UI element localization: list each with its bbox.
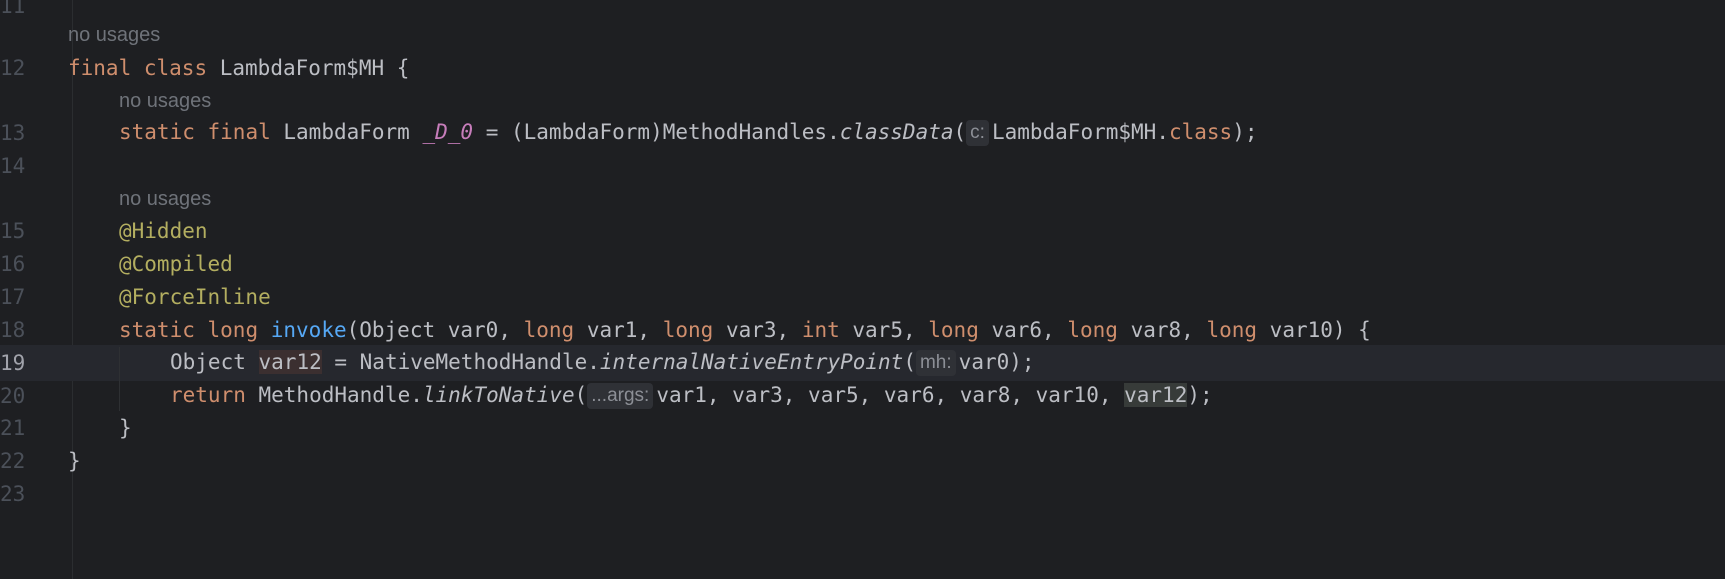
line-number: 16	[0, 252, 26, 276]
indent-guide	[119, 347, 120, 411]
annotation[interactable]: @Hidden	[119, 219, 208, 243]
code-line-20[interactable]: 20 return MethodHandle.linkToNative(...a…	[0, 378, 1725, 414]
line-number: 18	[0, 318, 26, 342]
code-line-19[interactable]: 19 Object var12 = NativeMethodHandle.int…	[0, 345, 1725, 381]
line-number: 22	[0, 449, 26, 473]
line-number: 11	[0, 0, 26, 18]
line-number: 19	[0, 351, 26, 375]
code-line-11[interactable]: 11	[0, 0, 1725, 24]
code-line-15[interactable]: 15 @Hidden	[0, 213, 1725, 249]
closing-brace[interactable]: }	[119, 416, 132, 440]
code-line-18[interactable]: 18 static long invoke(Object var0, long …	[0, 312, 1725, 348]
usages-hint[interactable]: no usages	[68, 24, 160, 47]
line-number: 17	[0, 285, 26, 309]
code-line-23[interactable]: 23	[0, 476, 1725, 512]
statement-return[interactable]: return MethodHandle.linkToNative(...args…	[170, 383, 1213, 409]
line-number: 12	[0, 56, 26, 80]
code-line-13[interactable]: 13 static final LambdaForm _D_0 = (Lambd…	[0, 115, 1725, 151]
code-editor[interactable]: 11 no usages 12 final class LambdaForm$M…	[0, 0, 1725, 579]
annotation[interactable]: @ForceInline	[119, 285, 271, 309]
code-line-14[interactable]: 14	[0, 148, 1725, 184]
line-number: 14	[0, 154, 26, 178]
usages-hint[interactable]: no usages	[119, 90, 211, 113]
line-number: 21	[0, 416, 26, 440]
line-number: 23	[0, 482, 26, 506]
usages-hint[interactable]: no usages	[119, 188, 211, 211]
code-line-22[interactable]: 22 }	[0, 443, 1725, 479]
parameter-hint: ...args:	[587, 383, 654, 409]
line-number: 15	[0, 219, 26, 243]
parameter-hint: mh:	[915, 350, 956, 376]
parameter-hint: c:	[966, 120, 989, 146]
statement-assign[interactable]: Object var12 = NativeMethodHandle.intern…	[170, 350, 1035, 376]
field-declaration[interactable]: static final LambdaForm _D_0 = (LambdaFo…	[119, 120, 1257, 146]
class-declaration[interactable]: final class LambdaForm$MH {	[68, 56, 409, 80]
code-line-21[interactable]: 21 }	[0, 410, 1725, 446]
code-line-12[interactable]: 12 final class LambdaForm$MH {	[0, 50, 1725, 86]
line-number: 20	[0, 384, 26, 408]
closing-brace[interactable]: }	[68, 449, 81, 473]
line-number: 13	[0, 121, 26, 145]
code-line-17[interactable]: 17 @ForceInline	[0, 279, 1725, 315]
code-line-16[interactable]: 16 @Compiled	[0, 246, 1725, 282]
method-declaration[interactable]: static long invoke(Object var0, long var…	[119, 318, 1371, 342]
annotation[interactable]: @Compiled	[119, 252, 233, 276]
